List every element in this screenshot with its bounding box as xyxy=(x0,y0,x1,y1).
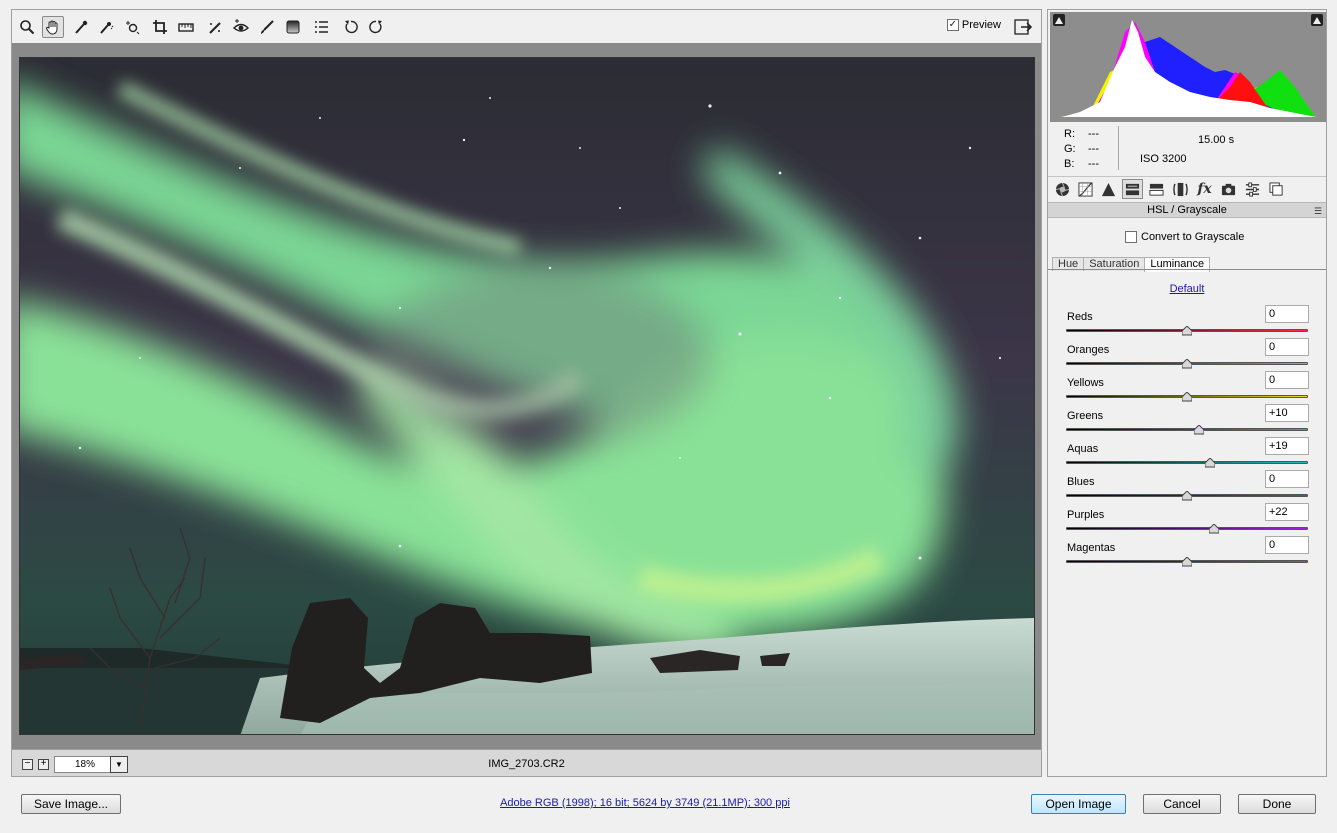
hand-tool-icon[interactable] xyxy=(42,16,64,38)
rgb-readout: R: --- G: --- B: --- xyxy=(1064,127,1099,172)
basic-tab-aperture-icon[interactable] xyxy=(1052,179,1073,199)
histogram xyxy=(1050,12,1326,122)
color-sampler-tool-icon[interactable] xyxy=(95,16,117,38)
b-label: B: xyxy=(1064,158,1075,170)
snapshots-tab-icon[interactable] xyxy=(1266,179,1287,199)
convert-grayscale-toggle[interactable]: Convert to Grayscale xyxy=(1125,231,1244,243)
toolbar: ✓ Preview xyxy=(11,9,1042,43)
adjustment-brush-tool-icon[interactable] xyxy=(256,16,278,38)
white-balance-tool-icon[interactable] xyxy=(70,16,92,38)
preview-label: Preview xyxy=(961,19,1001,31)
slider-label: Reds xyxy=(1067,311,1093,323)
r-value: --- xyxy=(1088,128,1099,140)
slider-label: Blues xyxy=(1067,476,1095,488)
r-label: R: xyxy=(1064,128,1075,140)
default-link[interactable]: Default xyxy=(1048,283,1326,295)
slider-value-input[interactable]: 0 xyxy=(1265,338,1309,356)
panel-tabs: fx xyxy=(1048,176,1326,200)
panel-menu-icon[interactable]: ☰ xyxy=(1314,204,1322,218)
shadow-clipping-warning-icon[interactable] xyxy=(1053,14,1065,26)
convert-grayscale-checkbox[interactable] xyxy=(1125,231,1137,243)
crop-tool-icon[interactable] xyxy=(149,16,171,38)
slider-magentas[interactable]: Magentas 0 xyxy=(1065,536,1309,571)
slider-label: Aquas xyxy=(1067,443,1099,455)
zoom-tool-icon[interactable] xyxy=(16,16,38,38)
rotate-left-icon[interactable] xyxy=(340,16,362,38)
readout-divider xyxy=(1118,126,1119,170)
targeted-adjustment-tool-icon[interactable] xyxy=(121,16,143,38)
subtab-divider xyxy=(1048,269,1326,270)
detail-tab-icon[interactable] xyxy=(1098,179,1119,199)
status-bar: − + 18% ▼ IMG_2703.CR2 xyxy=(11,749,1042,777)
tone-curve-tab-icon[interactable] xyxy=(1075,179,1096,199)
g-value: --- xyxy=(1088,143,1099,155)
iso-value: ISO 3200 xyxy=(1140,153,1187,165)
slider-label: Purples xyxy=(1067,509,1105,521)
split-toning-tab-icon[interactable] xyxy=(1146,179,1167,199)
hsl-grayscale-tab-icon[interactable] xyxy=(1122,179,1143,199)
slider-aquas[interactable]: Aquas +19 xyxy=(1065,437,1309,472)
done-button[interactable]: Done xyxy=(1238,794,1316,814)
slider-track[interactable] xyxy=(1066,461,1308,464)
slider-greens[interactable]: Greens +10 xyxy=(1065,404,1309,439)
presets-tab-icon[interactable] xyxy=(1242,179,1263,199)
open-image-button[interactable]: Open Image xyxy=(1031,794,1126,814)
slider-reds[interactable]: Reds 0 xyxy=(1065,305,1309,340)
g-label: G: xyxy=(1064,143,1076,155)
slider-label: Yellows xyxy=(1067,377,1104,389)
slider-yellows[interactable]: Yellows 0 xyxy=(1065,371,1309,406)
adjustment-panel: R: --- G: --- B: --- 15.00 s ISO 3200 fx xyxy=(1047,9,1327,777)
aurora-photo xyxy=(20,58,1034,734)
slider-blues[interactable]: Blues 0 xyxy=(1065,470,1309,505)
slider-value-input[interactable]: 0 xyxy=(1265,305,1309,323)
panel-title: HSL / Grayscale ☰ xyxy=(1048,202,1326,218)
photo-preview[interactable] xyxy=(19,57,1035,735)
slider-value-input[interactable]: +19 xyxy=(1265,437,1309,455)
convert-grayscale-label: Convert to Grayscale xyxy=(1141,231,1245,243)
slider-value-input[interactable]: +10 xyxy=(1265,404,1309,422)
slider-track[interactable] xyxy=(1066,527,1308,530)
preview-canvas[interactable] xyxy=(11,43,1042,749)
shutter-speed: 15.00 s xyxy=(1198,134,1235,146)
file-name: IMG_2703.CR2 xyxy=(488,758,565,770)
straighten-tool-icon[interactable] xyxy=(175,16,197,38)
preferences-tool-icon[interactable] xyxy=(310,16,332,38)
cancel-button[interactable]: Cancel xyxy=(1143,794,1221,814)
rotate-right-icon[interactable] xyxy=(365,16,387,38)
preview-checkbox[interactable]: ✓ xyxy=(946,19,959,31)
slider-value-input[interactable]: 0 xyxy=(1265,536,1309,554)
camera-calibration-tab-icon[interactable] xyxy=(1218,179,1239,199)
slider-value-input[interactable]: 0 xyxy=(1265,371,1309,389)
slider-purples[interactable]: Purples +22 xyxy=(1065,503,1309,538)
effects-tab-fx-icon[interactable]: fx xyxy=(1194,179,1215,199)
preview-toggle[interactable]: ✓ Preview xyxy=(946,19,1001,31)
graduated-filter-tool-icon[interactable] xyxy=(282,16,304,38)
spot-removal-tool-icon[interactable] xyxy=(204,16,226,38)
slider-oranges[interactable]: Oranges 0 xyxy=(1065,338,1309,373)
panel-title-text: HSL / Grayscale xyxy=(1147,204,1227,216)
red-eye-removal-tool-icon[interactable] xyxy=(230,16,252,38)
slider-label: Magentas xyxy=(1067,542,1116,554)
fullscreen-toggle-icon[interactable] xyxy=(1013,17,1033,37)
info-readout: R: --- G: --- B: --- 15.00 s ISO 3200 xyxy=(1048,124,1326,174)
highlight-clipping-warning-icon[interactable] xyxy=(1311,14,1323,26)
lens-corrections-tab-icon[interactable] xyxy=(1170,179,1191,199)
slider-label: Oranges xyxy=(1067,344,1110,356)
slider-value-input[interactable]: 0 xyxy=(1265,470,1309,488)
b-value: --- xyxy=(1088,158,1099,170)
slider-track[interactable] xyxy=(1066,428,1308,431)
slider-label: Greens xyxy=(1067,410,1104,422)
slider-value-input[interactable]: +22 xyxy=(1265,503,1309,521)
